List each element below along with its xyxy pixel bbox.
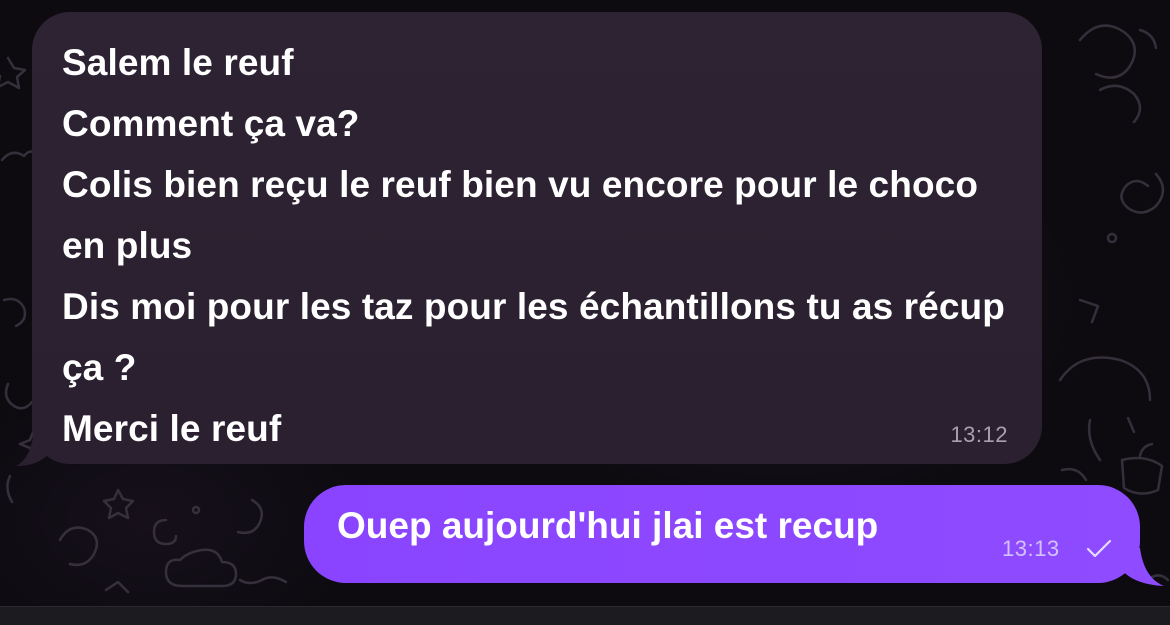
incoming-message-time: 13:12 — [950, 422, 1008, 447]
incoming-message-bubble[interactable]: Salem le reuf Comment ça va? Colis bien … — [32, 12, 1042, 464]
single-check-icon — [1086, 539, 1112, 558]
incoming-message-text: Salem le reuf Comment ça va? Colis bien … — [62, 42, 1005, 449]
bottom-bar — [0, 606, 1170, 625]
outgoing-message-time: 13:13 — [1002, 536, 1060, 561]
chat-area: Salem le reuf Comment ça va? Colis bien … — [0, 0, 1170, 606]
outgoing-message-text: Ouep aujourd'hui jlai est recup — [337, 505, 879, 546]
outgoing-message-bubble[interactable]: Ouep aujourd'hui jlai est recup 13:13 — [304, 485, 1140, 583]
